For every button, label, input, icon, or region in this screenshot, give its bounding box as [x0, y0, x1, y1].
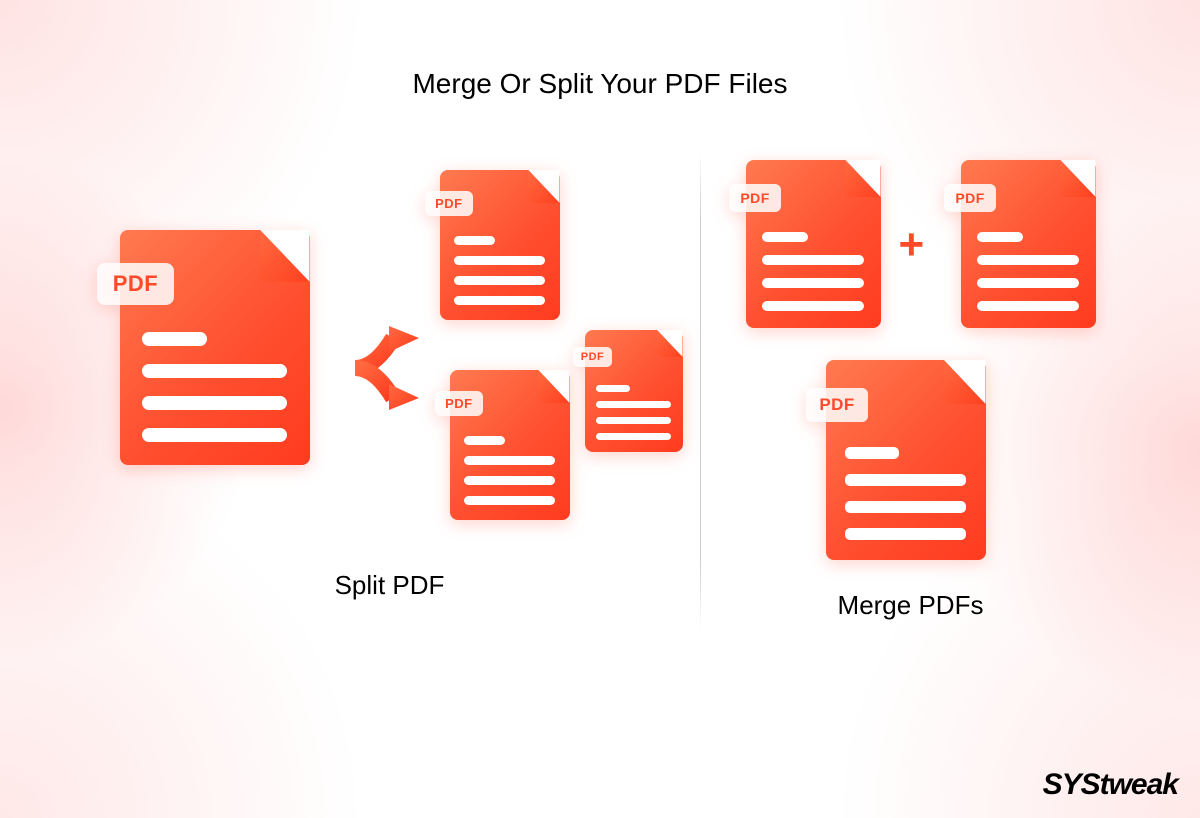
page-title: Merge Or Split Your PDF Files	[0, 68, 1200, 100]
pdf-merge-input-icon: PDF	[961, 160, 1096, 328]
split-section: PDF	[80, 160, 700, 601]
doc-lines-icon	[454, 236, 545, 305]
split-arrow-icon	[315, 308, 435, 433]
pdf-badge: PDF	[806, 388, 868, 422]
merge-graphic: PDF + PDF PDF	[721, 160, 1101, 560]
pdf-badge: PDF	[435, 391, 483, 416]
diagram-content: PDF	[0, 160, 1200, 630]
brand-tweak: Tweak	[1100, 768, 1178, 802]
plus-icon: +	[899, 220, 925, 270]
doc-lines-icon	[596, 385, 671, 440]
pdf-badge: PDF	[944, 184, 996, 212]
pdf-merge-input-icon: PDF	[746, 160, 881, 328]
pdf-badge: PDF	[97, 263, 175, 305]
pdf-badge: PDF	[573, 347, 613, 367]
pdf-merge-result-icon: PDF	[826, 360, 986, 560]
doc-lines-icon	[142, 332, 286, 442]
doc-lines-icon	[977, 232, 1080, 311]
pdf-badge: PDF	[425, 191, 473, 216]
merge-section: PDF + PDF PDF Merge PDFs	[701, 160, 1121, 621]
pdf-split-result-icon: PDF	[450, 370, 570, 520]
pdf-badge: PDF	[729, 184, 781, 212]
pdf-split-result-icon: PDF	[585, 330, 683, 452]
doc-lines-icon	[845, 447, 967, 540]
pdf-source-doc-icon: PDF	[120, 230, 310, 465]
brand-logo: SYSTweak	[1043, 768, 1178, 802]
split-caption: Split PDF	[335, 570, 445, 601]
brand-sys: SYS	[1043, 768, 1100, 802]
pdf-split-result-icon: PDF	[440, 170, 560, 320]
merge-caption: Merge PDFs	[838, 590, 984, 621]
split-graphic: PDF	[90, 160, 690, 540]
doc-lines-icon	[464, 436, 555, 505]
doc-lines-icon	[762, 232, 865, 311]
